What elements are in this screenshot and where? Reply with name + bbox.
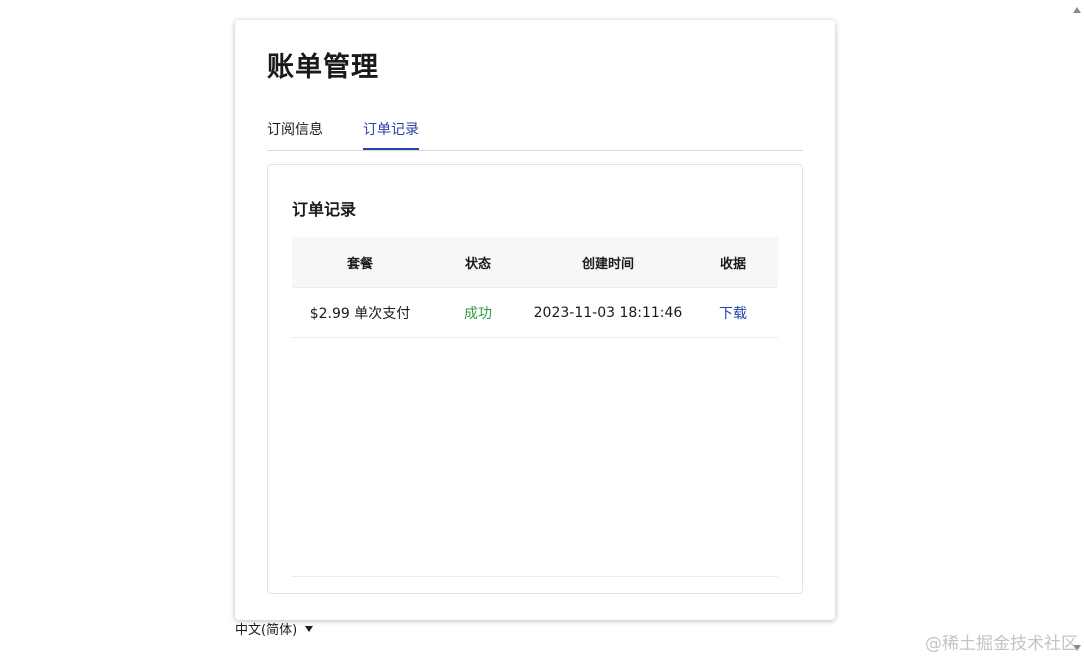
column-header-plan: 套餐 (292, 237, 428, 288)
page-scrollbar[interactable] (1070, 0, 1084, 661)
tab-order-records[interactable]: 订单记录 (363, 118, 419, 150)
watermark: @稀土掘金技术社区 (925, 634, 1078, 654)
status-badge: 成功 (428, 287, 528, 338)
language-label: 中文(简体) (235, 623, 298, 638)
column-header-receipt: 收据 (688, 237, 778, 288)
scroll-up-arrow-icon[interactable] (1073, 7, 1081, 13)
column-header-created: 创建时间 (528, 237, 688, 288)
billing-tabs: 订阅信息 订单记录 (267, 118, 803, 151)
cell-plan: $2.99 单次支付 (292, 287, 428, 338)
cell-created: 2023-11-03 18:11:46 (528, 287, 688, 338)
table-row: $2.99 单次支付 成功 2023-11-03 18:11:46 下载 (292, 287, 778, 338)
column-header-status: 状态 (428, 237, 528, 288)
billing-card: 账单管理 订阅信息 订单记录 订单记录 套餐 状态 创建时间 收据 $2.99 … (235, 20, 835, 620)
language-select[interactable]: 中文(简体) (235, 620, 314, 642)
tab-subscription-info[interactable]: 订阅信息 (267, 118, 323, 149)
download-receipt-link[interactable]: 下载 (719, 306, 747, 322)
orders-table: 套餐 状态 创建时间 收据 $2.99 单次支付 成功 2023-11-03 1… (292, 237, 778, 338)
panel-title: 订单记录 (292, 200, 357, 219)
divider (292, 576, 778, 577)
order-records-panel: 订单记录 套餐 状态 创建时间 收据 $2.99 单次支付 成功 2023-11… (267, 164, 803, 594)
table-header-row: 套餐 状态 创建时间 收据 (292, 237, 778, 288)
caret-down-icon (305, 626, 314, 632)
page-title: 账单管理 (267, 52, 379, 83)
